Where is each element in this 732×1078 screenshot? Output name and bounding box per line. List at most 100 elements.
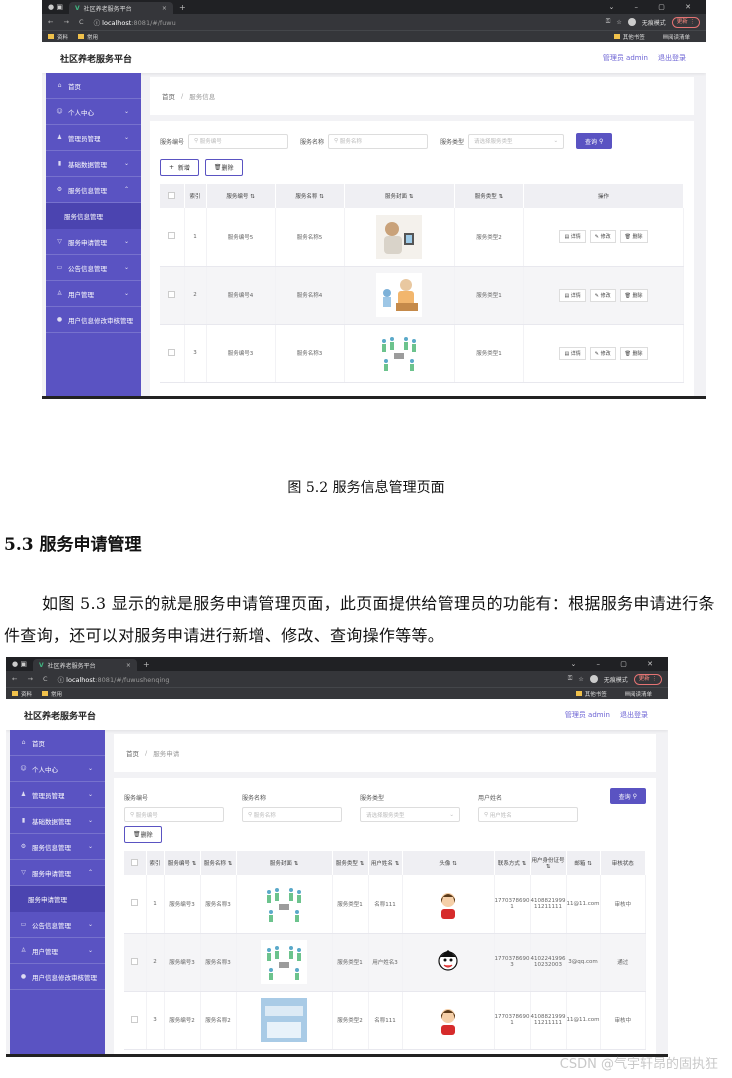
column-header[interactable]: 审核状态 bbox=[600, 851, 646, 875]
close-tab-icon[interactable]: × bbox=[126, 662, 131, 669]
browser-menu-icon[interactable]: ● ▣ bbox=[48, 3, 63, 11]
delete-row-button[interactable]: 🗑 删除 bbox=[619, 230, 648, 244]
window-controls[interactable]: ⌄ – ▢ ✕ bbox=[570, 657, 662, 671]
row-checkbox[interactable] bbox=[168, 348, 176, 356]
window-controls[interactable]: ⌄ – ▢ ✕ bbox=[608, 0, 700, 14]
chevron-down-icon: ⌄ bbox=[123, 134, 129, 141]
other-bookmarks[interactable]: 其他书签 bbox=[575, 690, 607, 698]
delete-row-button[interactable]: 🗑 删除 bbox=[619, 288, 648, 302]
add-button[interactable]: + 新增 bbox=[160, 159, 199, 176]
edit-button[interactable]: ✎ 修改 bbox=[589, 230, 616, 244]
star-icon[interactable]: ☆ bbox=[616, 19, 621, 26]
sidebar-item[interactable]: ♙ 用户管理 ⌄ bbox=[46, 281, 141, 307]
column-header[interactable]: 服务封面 ⇅ bbox=[236, 851, 333, 875]
row-checkbox[interactable] bbox=[168, 290, 176, 298]
delete-button[interactable]: 🗑 删除 bbox=[204, 159, 243, 176]
column-header[interactable]: 邮箱 ⇅ bbox=[566, 851, 601, 875]
sidebar-item[interactable]: ▮ 基础数据管理 ⌄ bbox=[46, 151, 141, 177]
select-all-checkbox[interactable] bbox=[168, 191, 176, 199]
column-header[interactable]: 服务名称 ⇅ bbox=[275, 184, 345, 208]
service-code-input[interactable]: ⚲ 服务编号 bbox=[188, 133, 289, 149]
sidebar-item[interactable]: ⚙ 服务信息管理 ⌃ bbox=[46, 177, 141, 203]
update-button[interactable]: 更新 ⋮ bbox=[671, 16, 700, 28]
column-header[interactable]: 服务封面 ⇅ bbox=[344, 184, 455, 208]
column-header[interactable]: 服务编号 ⇅ bbox=[206, 184, 276, 208]
nav-buttons-icon[interactable]: ← → C bbox=[12, 675, 52, 683]
row-checkbox[interactable] bbox=[131, 1015, 139, 1023]
row-checkbox[interactable] bbox=[131, 957, 139, 965]
column-header[interactable]: 服务编号 ⇅ bbox=[164, 851, 201, 875]
detail-button[interactable]: ▤ 详情 bbox=[559, 288, 586, 302]
sidebar-item[interactable]: ● 用户信息修改审核管理 bbox=[10, 964, 105, 990]
bookmark-folder[interactable]: 资料 bbox=[48, 33, 68, 41]
delete-button[interactable]: 🗑 删除 bbox=[124, 826, 162, 843]
url-field[interactable]: ⓘ localhost:8081/#/fuwu bbox=[94, 17, 176, 27]
reading-list[interactable]: ▤ 阅读清单 bbox=[625, 690, 652, 698]
row-checkbox[interactable] bbox=[131, 899, 139, 907]
sidebar-item[interactable]: ▽ 服务申请管理 ⌃ bbox=[10, 860, 105, 886]
search-button[interactable]: 查询 ⚲ bbox=[576, 133, 613, 149]
logout-link[interactable]: 退出登录 bbox=[620, 711, 648, 719]
incognito-avatar-icon[interactable] bbox=[627, 18, 636, 26]
breadcrumb-home[interactable]: 首页 bbox=[162, 91, 175, 101]
column-header[interactable]: 服务名称 ⇅ bbox=[200, 851, 237, 875]
close-tab-icon[interactable]: × bbox=[162, 5, 167, 12]
detail-button[interactable]: ▤ 详情 bbox=[559, 230, 586, 244]
column-header[interactable]: 服务类型 ⇅ bbox=[454, 184, 525, 208]
search-button[interactable]: 查询 ⚲ bbox=[609, 788, 646, 804]
bookmark-folder[interactable]: 资料 bbox=[12, 690, 32, 698]
other-bookmarks[interactable]: 其他书签 bbox=[613, 33, 645, 41]
vue-logo-icon: V bbox=[74, 4, 80, 12]
sidebar-item[interactable]: ☺ 个人中心 ⌄ bbox=[10, 756, 105, 782]
detail-button[interactable]: ▤ 详情 bbox=[559, 346, 586, 360]
nav-buttons-icon[interactable]: ← → C bbox=[48, 18, 88, 26]
sidebar-item[interactable]: ▽ 服务申请管理 ⌄ bbox=[46, 229, 141, 255]
browser-menu-icon[interactable]: ● ▣ bbox=[12, 660, 27, 668]
new-tab-icon[interactable]: + bbox=[179, 3, 186, 12]
column-header[interactable]: 用户姓名 ⇅ bbox=[368, 851, 403, 875]
service-type-select[interactable]: 请选择服务类型 ⌄ bbox=[360, 807, 460, 822]
new-tab-icon[interactable]: + bbox=[143, 660, 150, 669]
service-type-select[interactable]: 请选择服务类型 ⌄ bbox=[468, 133, 565, 149]
sidebar-item[interactable]: ▭ 公告信息管理 ⌄ bbox=[46, 255, 141, 281]
sidebar-item[interactable]: ☺ 个人中心 ⌄ bbox=[46, 99, 141, 125]
sidebar-item[interactable]: ⌂ 首页 bbox=[10, 730, 105, 756]
key-icon[interactable]: ⚿ bbox=[606, 18, 611, 26]
select-all-checkbox[interactable] bbox=[131, 858, 139, 866]
edit-button[interactable]: ✎ 修改 bbox=[589, 288, 616, 302]
url-field[interactable]: ⓘ localhost:8081/#/fuwushenqing bbox=[58, 674, 170, 684]
sidebar-item[interactable]: ♙ 用户管理 ⌄ bbox=[10, 938, 105, 964]
logout-link[interactable]: 退出登录 bbox=[658, 54, 686, 62]
sidebar-item[interactable]: ♟ 管理员管理 ⌄ bbox=[46, 125, 141, 151]
service-name-cell: 服务名称3 bbox=[200, 875, 237, 934]
bookmark-folder[interactable]: 常用 bbox=[78, 33, 98, 41]
row-checkbox[interactable] bbox=[168, 232, 176, 240]
key-icon[interactable]: ⚿ bbox=[568, 675, 573, 683]
update-button[interactable]: 更新 ⋮ bbox=[633, 673, 662, 685]
service-code-input[interactable]: ⚲ 服务编号 bbox=[124, 807, 224, 822]
column-header[interactable]: 用户身份证号 ⇅ bbox=[530, 851, 567, 875]
incognito-avatar-icon[interactable] bbox=[589, 675, 598, 683]
column-header[interactable]: 头像 ⇅ bbox=[402, 851, 495, 875]
star-icon[interactable]: ☆ bbox=[578, 676, 583, 683]
delete-row-button[interactable]: 🗑 删除 bbox=[619, 346, 648, 360]
user-name-input[interactable]: ⚲ 用户姓名 bbox=[478, 807, 578, 822]
service-name-input[interactable]: ⚲ 服务名称 bbox=[328, 133, 429, 149]
sidebar-item[interactable]: ⌂ 首页 bbox=[46, 73, 141, 99]
sidebar-item[interactable]: ♟ 管理员管理 ⌄ bbox=[10, 782, 105, 808]
column-header[interactable]: 服务类型 ⇅ bbox=[332, 851, 369, 875]
sidebar-item[interactable]: 服务信息管理 bbox=[46, 203, 141, 229]
sidebar-item[interactable]: ▮ 基础数据管理 ⌄ bbox=[10, 808, 105, 834]
sidebar-item[interactable]: 服务申请管理 bbox=[10, 886, 105, 912]
service-name-input[interactable]: ⚲ 服务名称 bbox=[242, 807, 342, 822]
browser-tab[interactable]: V 社区养老服务平台 × bbox=[32, 659, 137, 671]
sidebar-item[interactable]: ● 用户信息修改审核管理 bbox=[46, 307, 141, 333]
reading-list[interactable]: ▤ 阅读清单 bbox=[663, 33, 690, 41]
sidebar-item[interactable]: ▭ 公告信息管理 ⌄ bbox=[10, 912, 105, 938]
bookmark-folder[interactable]: 常用 bbox=[42, 690, 62, 698]
edit-button[interactable]: ✎ 修改 bbox=[589, 346, 616, 360]
sidebar-item[interactable]: ⚙ 服务信息管理 ⌄ bbox=[10, 834, 105, 860]
breadcrumb-home[interactable]: 首页 bbox=[126, 748, 139, 758]
column-header[interactable]: 联系方式 ⇅ bbox=[494, 851, 531, 875]
browser-tab[interactable]: V 社区养老服务平台 × bbox=[68, 2, 173, 14]
